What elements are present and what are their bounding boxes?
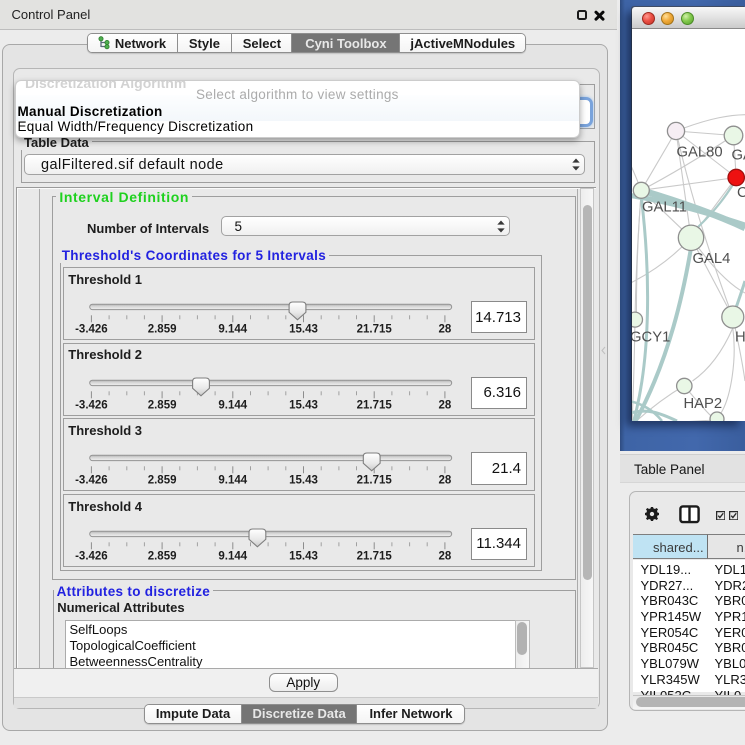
svg-text:28: 28 — [439, 399, 452, 411]
svg-text:28: 28 — [439, 551, 452, 563]
svg-text:H: H — [735, 330, 745, 346]
svg-text:9.144: 9.144 — [219, 324, 248, 336]
svg-text:GAL4: GAL4 — [693, 251, 731, 267]
svg-text:9.144: 9.144 — [219, 551, 248, 563]
svg-text:2.859: 2.859 — [148, 324, 177, 336]
svg-text:GAL: GAL — [732, 148, 745, 164]
svg-text:-3.426: -3.426 — [75, 324, 108, 336]
svg-text:21.715: 21.715 — [357, 475, 393, 487]
svg-text:-3.426: -3.426 — [75, 399, 108, 411]
svg-text:15.43: 15.43 — [289, 324, 318, 336]
svg-text:GCY1: GCY1 — [632, 330, 670, 346]
svg-text:2.859: 2.859 — [148, 551, 177, 563]
svg-text:28: 28 — [439, 475, 452, 487]
svg-text:9.144: 9.144 — [219, 399, 248, 411]
svg-text:GAL11: GAL11 — [642, 200, 687, 216]
svg-text:-3.426: -3.426 — [75, 551, 108, 563]
svg-text:21.715: 21.715 — [357, 399, 393, 411]
svg-text:2.859: 2.859 — [148, 475, 177, 487]
svg-text:GAL80: GAL80 — [677, 145, 723, 161]
svg-text:C: C — [737, 185, 745, 201]
svg-text:15.43: 15.43 — [289, 551, 318, 563]
svg-text:21.715: 21.715 — [357, 551, 393, 563]
svg-text:9.144: 9.144 — [219, 475, 248, 487]
svg-text:HAP2: HAP2 — [684, 396, 723, 412]
svg-text:15.43: 15.43 — [289, 399, 318, 411]
svg-text:21.715: 21.715 — [357, 324, 393, 336]
svg-text:-3.426: -3.426 — [75, 475, 108, 487]
svg-text:2.859: 2.859 — [148, 399, 177, 411]
svg-text:15.43: 15.43 — [289, 475, 318, 487]
svg-text:28: 28 — [439, 324, 452, 336]
